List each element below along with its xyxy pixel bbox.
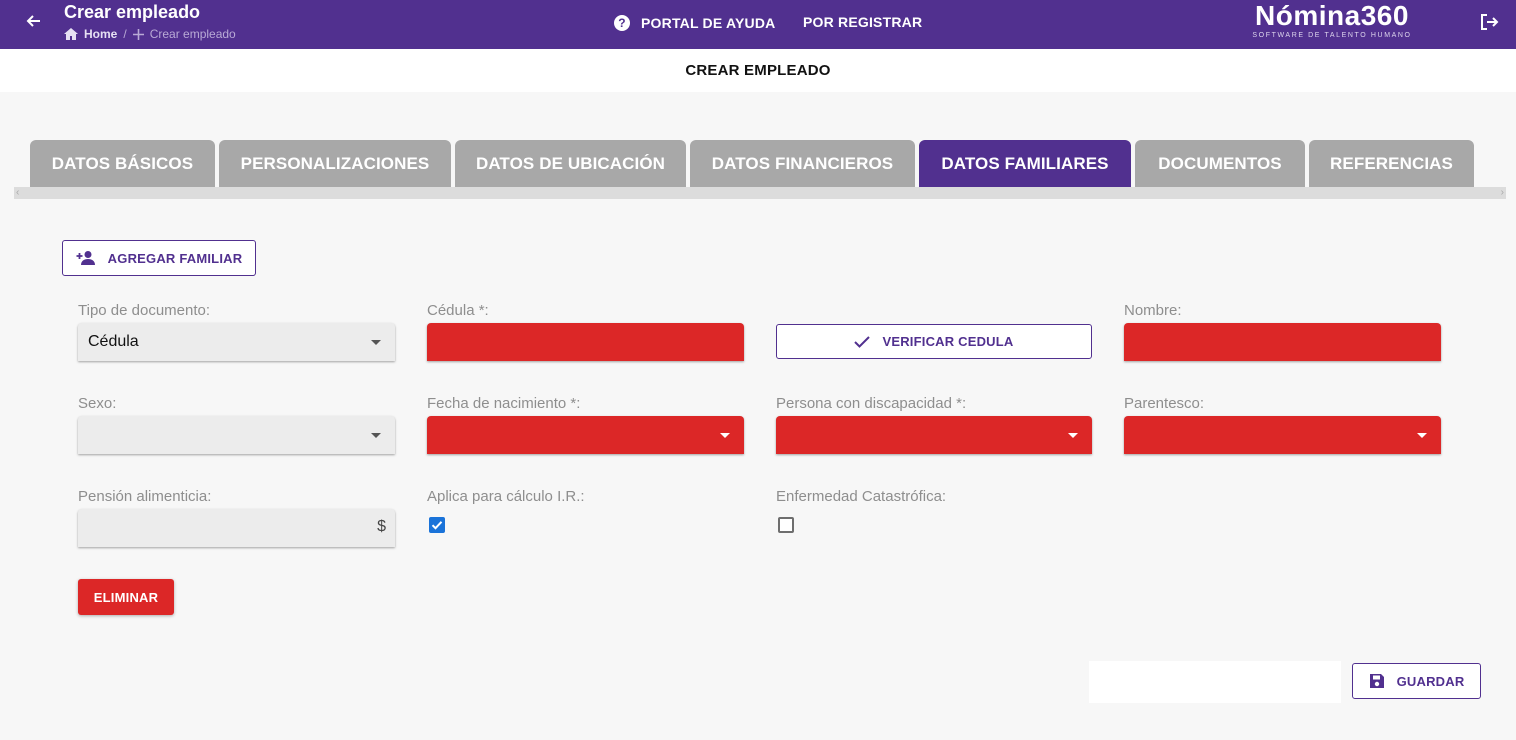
- tab-referencias[interactable]: REFERENCIAS: [1309, 140, 1474, 188]
- pension-label: Pensión alimenticia:: [78, 488, 212, 505]
- tab-datos-basicos[interactable]: DATOS BÁSICOS: [30, 140, 215, 188]
- plus-icon: [132, 28, 144, 40]
- help-circle-icon: ?: [614, 15, 630, 31]
- pension-input[interactable]: $: [78, 509, 395, 547]
- tipo-documento-select[interactable]: Cédula: [78, 323, 395, 361]
- chevron-down-icon: [1068, 433, 1078, 438]
- calculo-ir-checkbox[interactable]: [429, 517, 445, 533]
- breadcrumb-current-label: Crear empleado: [149, 27, 236, 41]
- tab-datos-financieros[interactable]: DATOS FINANCIEROS: [690, 140, 915, 188]
- breadcrumb-current: Crear empleado: [132, 27, 236, 41]
- back-button[interactable]: [22, 10, 44, 32]
- nombre-input[interactable]: [1124, 323, 1441, 361]
- tabs-scrollbar[interactable]: ‹ ›: [14, 187, 1506, 199]
- register-label: POR REGISTRAR: [803, 14, 923, 30]
- parentesco-label: Parentesco:: [1124, 395, 1205, 412]
- chevron-down-icon: [1417, 433, 1427, 438]
- title-block: Crear empleado Home / Crear empleado: [64, 2, 236, 41]
- help-portal-label: PORTAL DE AYUDA: [641, 15, 776, 31]
- svg-text:?: ?: [618, 16, 626, 30]
- nombre-label: Nombre:: [1124, 302, 1182, 319]
- top-bar: Crear empleado Home / Crear empleado ? P…: [0, 0, 1516, 49]
- currency-suffix: $: [377, 518, 386, 535]
- fecha-nacimiento-select[interactable]: [427, 416, 744, 454]
- tab-documentos[interactable]: DOCUMENTOS: [1135, 140, 1305, 188]
- breadcrumb: Home / Crear empleado: [64, 27, 236, 41]
- tab-personalizaciones[interactable]: PERSONALIZACIONES: [219, 140, 451, 188]
- breadcrumb-home-label: Home: [84, 27, 118, 41]
- sexo-select[interactable]: [78, 416, 395, 454]
- page-heading: Crear empleado: [64, 2, 201, 22]
- enfermedad-label: Enfermedad Catastrófica:: [776, 488, 947, 505]
- register-link[interactable]: POR REGISTRAR: [803, 14, 922, 30]
- tipo-documento-value: Cédula: [88, 333, 139, 350]
- help-portal-link[interactable]: ? PORTAL DE AYUDA: [613, 14, 775, 32]
- add-family-label: AGREGAR FAMILIAR: [107, 250, 243, 266]
- logout-icon: [1481, 14, 1499, 30]
- discapacidad-label: Persona con discapacidad *:: [776, 395, 967, 412]
- subheader: CREAR EMPLEADO: [0, 49, 1516, 92]
- blank-panel: [1089, 661, 1341, 703]
- chevron-down-icon: [371, 433, 381, 438]
- verify-cedula-label: VERIFICAR CEDULA: [882, 334, 1014, 349]
- logo-tagline: SOFTWARE DE TALENTO HUMANO: [1252, 32, 1412, 39]
- fecha-nacimiento-label: Fecha de nacimiento *:: [427, 395, 581, 412]
- scroll-left-icon[interactable]: ‹: [16, 187, 19, 199]
- save-button[interactable]: GUARDAR: [1352, 663, 1481, 699]
- logo: Nómina360 SOFTWARE DE TALENTO HUMANO: [1243, 0, 1421, 40]
- tab-datos-ubicacion[interactable]: DATOS DE UBICACIÓN: [455, 140, 686, 188]
- subheader-title: CREAR EMPLEADO: [685, 62, 831, 79]
- arrow-left-icon: [26, 15, 40, 27]
- logout-button[interactable]: [1479, 12, 1499, 32]
- person-add-icon: [76, 251, 95, 265]
- chevron-down-icon: [371, 340, 381, 345]
- checkmark-icon: [431, 521, 443, 530]
- breadcrumb-separator: /: [123, 27, 127, 41]
- breadcrumb-home[interactable]: Home: [64, 27, 117, 41]
- save-icon: [1369, 674, 1384, 688]
- verify-cedula-button[interactable]: VERIFICAR CEDULA: [776, 324, 1092, 359]
- cedula-input[interactable]: [427, 323, 744, 361]
- add-family-button[interactable]: AGREGAR FAMILIAR: [62, 240, 256, 276]
- tab-datos-familiares[interactable]: DATOS FAMILIARES: [919, 140, 1131, 188]
- logo-text: Nómina360: [1255, 0, 1409, 31]
- discapacidad-select[interactable]: [776, 416, 1092, 454]
- parentesco-select[interactable]: [1124, 416, 1441, 454]
- home-icon: [64, 28, 78, 40]
- tipo-documento-label: Tipo de documento:: [78, 302, 211, 319]
- delete-button[interactable]: ELIMINAR: [78, 579, 174, 615]
- sexo-label: Sexo:: [78, 395, 117, 412]
- save-label: GUARDAR: [1396, 673, 1465, 689]
- scroll-right-icon[interactable]: ›: [1501, 187, 1504, 199]
- enfermedad-checkbox[interactable]: [778, 517, 794, 533]
- cedula-label: Cédula *:: [427, 302, 489, 319]
- calculo-ir-label: Aplica para cálculo I.R.:: [427, 488, 585, 505]
- chevron-down-icon: [720, 433, 730, 438]
- check-icon: [854, 335, 871, 348]
